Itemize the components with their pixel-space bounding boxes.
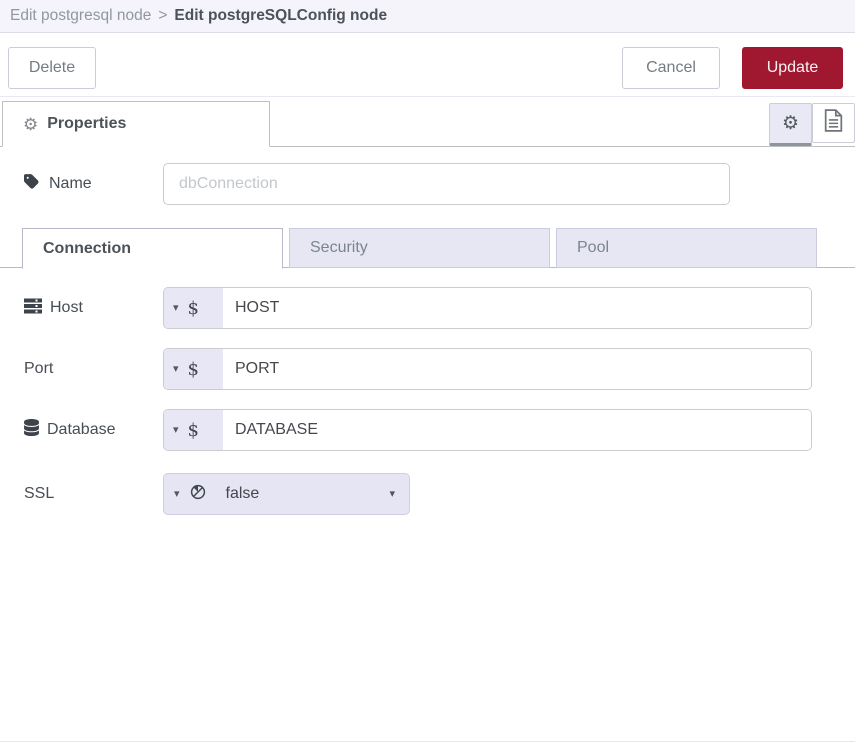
tasks-icon [24, 298, 42, 319]
name-row: Name [24, 163, 855, 205]
host-typed-input: ▾ $ [163, 287, 812, 329]
database-type-select[interactable]: ▾ $ [164, 410, 223, 450]
port-typed-input: ▾ $ [163, 348, 812, 390]
database-label: Database [24, 419, 163, 441]
database-input[interactable] [223, 410, 811, 450]
tab-pool[interactable]: Pool [556, 228, 817, 268]
edit-dialog-toolbar: Delete Cancel Update [0, 33, 855, 97]
gear-icon: ⚙ [23, 116, 38, 133]
tab-properties[interactable]: ⚙ Properties [2, 101, 270, 147]
chevron-down-icon: ▾ [173, 303, 179, 314]
ssl-row: SSL ▾ false ▾ [24, 473, 855, 515]
name-input[interactable] [163, 163, 730, 205]
host-row: Host ▾ $ [24, 287, 855, 329]
cancel-button[interactable]: Cancel [622, 47, 720, 89]
env-var-icon: $ [188, 420, 199, 441]
boolean-icon [190, 484, 206, 505]
port-row: Port ▾ $ [24, 348, 855, 390]
breadcrumb-parent-link[interactable]: Edit postgresql node [10, 7, 151, 25]
node-description-button[interactable] [812, 103, 855, 143]
name-label: Name [24, 173, 163, 195]
host-label: Host [24, 298, 163, 319]
tag-icon [24, 173, 41, 195]
node-config-form: Name Connection Security Pool [0, 147, 855, 515]
editor-tab-bar: ⚙ Properties ⚙ [0, 97, 855, 147]
env-var-icon: $ [188, 298, 199, 319]
gear-icon: ⚙ [782, 114, 799, 133]
database-typed-input: ▾ $ [163, 409, 812, 451]
chevron-down-icon: ▾ [389, 489, 395, 500]
ssl-label: SSL [24, 485, 163, 503]
host-input[interactable] [223, 288, 811, 328]
update-button[interactable]: Update [742, 47, 843, 89]
node-properties-button[interactable]: ⚙ [769, 103, 812, 146]
breadcrumb-separator: > [158, 7, 167, 25]
config-tab-bar: Connection Security Pool [0, 228, 855, 268]
port-input[interactable] [223, 349, 811, 389]
chevron-down-icon: ▾ [173, 425, 179, 436]
env-var-icon: $ [188, 359, 199, 380]
tab-security[interactable]: Security [289, 228, 550, 268]
chevron-down-icon: ▾ [173, 364, 179, 375]
delete-button[interactable]: Delete [8, 47, 96, 89]
database-icon [24, 419, 39, 441]
ssl-value: false [226, 485, 260, 503]
properties-tab-label: Properties [47, 115, 126, 133]
database-row: Database ▾ $ [24, 409, 855, 451]
chevron-down-icon: ▾ [174, 489, 180, 500]
tab-connection[interactable]: Connection [22, 228, 283, 269]
breadcrumb: Edit postgresql node > Edit postgreSQLCo… [0, 0, 855, 33]
tray-footer-divider [0, 741, 855, 742]
ssl-select[interactable]: ▾ false ▾ [163, 473, 410, 515]
port-type-select[interactable]: ▾ $ [164, 349, 223, 389]
host-type-select[interactable]: ▾ $ [164, 288, 223, 328]
port-label: Port [24, 360, 163, 378]
document-icon [824, 109, 843, 137]
breadcrumb-current: Edit postgreSQLConfig node [174, 7, 387, 25]
